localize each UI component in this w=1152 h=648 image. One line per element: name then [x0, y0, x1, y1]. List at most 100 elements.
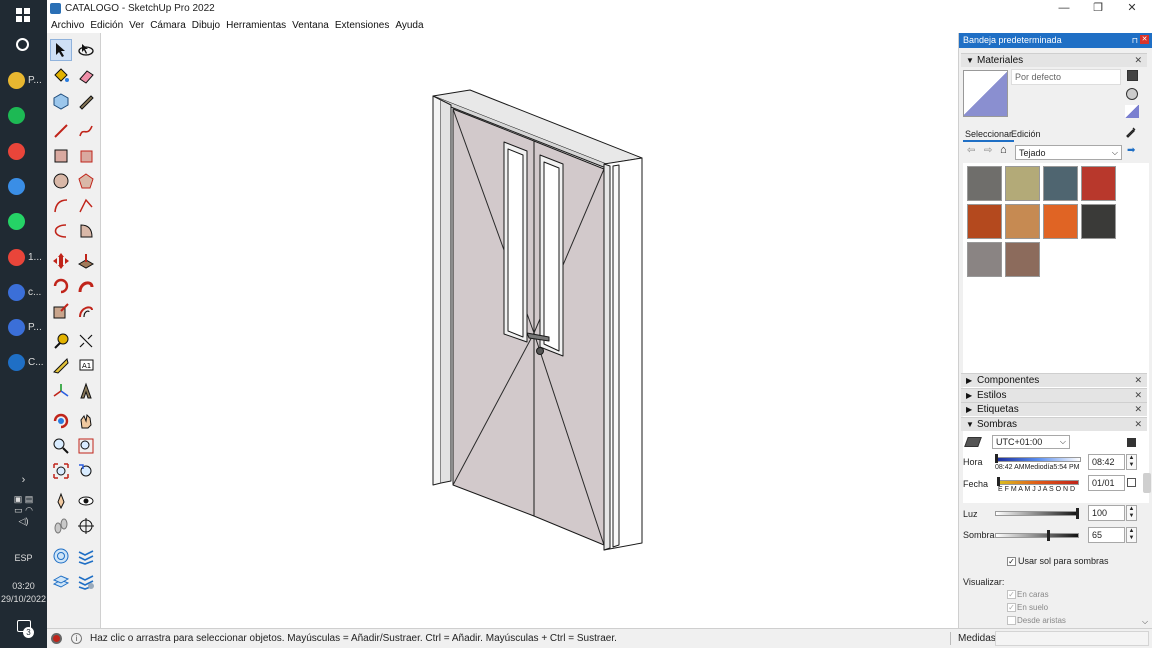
- tray-close-icon[interactable]: ✕: [1140, 35, 1149, 44]
- material-swatch[interactable]: [1005, 242, 1040, 277]
- menu-ventana[interactable]: Ventana: [292, 20, 334, 31]
- taskbar-app-button[interactable]: C...: [0, 346, 47, 378]
- minimize-button[interactable]: —: [1047, 0, 1081, 17]
- text-tool-icon[interactable]: A1: [75, 355, 97, 377]
- zoom-extents-tool-icon[interactable]: [50, 460, 72, 482]
- date-slider-thumb[interactable]: [997, 477, 1000, 486]
- calendar-icon[interactable]: [1127, 478, 1136, 487]
- two-point-arc-tool-icon[interactable]: [75, 195, 97, 217]
- scale-tool-icon[interactable]: [50, 300, 72, 322]
- search-icon[interactable]: [16, 38, 29, 51]
- menu-ver[interactable]: Ver: [129, 20, 149, 31]
- three-point-arc-tool-icon[interactable]: [50, 220, 72, 242]
- material-swatch[interactable]: [1005, 204, 1040, 239]
- move-tool-icon[interactable]: [50, 250, 72, 272]
- clock-time[interactable]: 03:20: [0, 581, 47, 591]
- restore-button[interactable]: ❐: [1081, 0, 1115, 17]
- close-button[interactable]: ✕: [1115, 0, 1149, 17]
- material-swatch[interactable]: [967, 242, 1002, 277]
- eyedropper-icon[interactable]: [1125, 126, 1137, 138]
- material-swatch[interactable]: [1043, 204, 1078, 239]
- stamp-tool-icon[interactable]: [75, 570, 97, 592]
- rotated-rectangle-tool-icon[interactable]: [75, 145, 97, 167]
- material-library-select[interactable]: Tejado ⌵: [1015, 145, 1122, 160]
- on-ground-checkbox[interactable]: ✓: [1007, 603, 1016, 612]
- time-slider-thumb[interactable]: [995, 454, 998, 463]
- shadow-settings-icon[interactable]: [1127, 438, 1136, 447]
- menu-edicion[interactable]: Edición: [90, 20, 128, 31]
- menu-herramientas[interactable]: Herramientas: [226, 20, 291, 31]
- menu-extensiones[interactable]: Extensiones: [335, 20, 394, 31]
- details-arrow-icon[interactable]: ➡: [1127, 145, 1135, 156]
- zoom-tool-icon[interactable]: [50, 435, 72, 457]
- materials-section-header[interactable]: ▼ Materiales ✕: [961, 53, 1147, 67]
- taskbar-app-button[interactable]: c...: [0, 276, 47, 308]
- tray-pin-icon[interactable]: ⊓: [1132, 33, 1138, 48]
- dimension-tool-icon[interactable]: [75, 330, 97, 352]
- material-swatch[interactable]: [1005, 166, 1040, 201]
- tray-scrollbar[interactable]: [1143, 473, 1151, 493]
- section-plane-tool-icon[interactable]: [75, 515, 97, 537]
- component-tool-icon[interactable]: [50, 90, 72, 112]
- measurements-input[interactable]: [995, 631, 1149, 646]
- follow-me-tool-icon[interactable]: [75, 275, 97, 297]
- select-tool-icon[interactable]: [50, 39, 72, 61]
- tab-edit[interactable]: Edición: [1011, 129, 1041, 139]
- menu-archivo[interactable]: Archivo: [51, 20, 89, 31]
- material-swatch[interactable]: [1081, 166, 1116, 201]
- paint-bucket-tool-icon[interactable]: [50, 65, 72, 87]
- door-model[interactable]: [101, 33, 958, 628]
- line-tool-icon[interactable]: [50, 120, 72, 142]
- back-arrow-icon[interactable]: ⇦: [967, 145, 975, 156]
- light-slider-thumb[interactable]: [1076, 508, 1079, 519]
- rectangle-tool-icon[interactable]: [50, 145, 72, 167]
- sandbox-from-scratch-icon[interactable]: [75, 545, 97, 567]
- default-material-swatch-icon[interactable]: [1125, 105, 1139, 118]
- material-swatch[interactable]: [967, 204, 1002, 239]
- smoove-tool-icon[interactable]: [50, 570, 72, 592]
- axes-tool-icon[interactable]: [50, 380, 72, 402]
- orbit-tool-icon[interactable]: [50, 410, 72, 432]
- position-camera-tool-icon[interactable]: [50, 490, 72, 512]
- scroll-down-arrow-icon[interactable]: ⌵: [1142, 617, 1148, 627]
- material-swatch[interactable]: [967, 166, 1002, 201]
- menu-dibujo[interactable]: Dibujo: [192, 20, 225, 31]
- menu-ayuda[interactable]: Ayuda: [395, 20, 428, 31]
- shadow-input[interactable]: 65: [1088, 527, 1125, 543]
- taskbar-app-button[interactable]: [0, 135, 47, 167]
- tab-select[interactable]: Seleccionar: [963, 128, 1015, 142]
- circle-tool-icon[interactable]: [50, 170, 72, 192]
- shadow-spinner[interactable]: ▲ ▼: [1126, 527, 1137, 543]
- geo-location-icon[interactable]: [51, 633, 62, 644]
- eraser-tool-icon[interactable]: [75, 65, 97, 87]
- push-pull-tool-icon[interactable]: [75, 250, 97, 272]
- freehand-tool-icon[interactable]: [75, 120, 97, 142]
- taskbar-app-button[interactable]: [0, 99, 47, 131]
- close-section-icon[interactable]: ✕: [1134, 418, 1142, 431]
- use-sun-checkbox[interactable]: ✓: [1007, 557, 1016, 566]
- orbit-select-tool-icon[interactable]: [75, 39, 97, 61]
- look-around-tool-icon[interactable]: [75, 490, 97, 512]
- modeling-viewport[interactable]: [101, 33, 958, 628]
- sandbox-from-contours-icon[interactable]: [50, 545, 72, 567]
- material-swatch[interactable]: [1043, 166, 1078, 201]
- light-slider[interactable]: [995, 508, 1079, 519]
- taskbar-app-button[interactable]: P...: [0, 64, 47, 96]
- taskbar-app-button[interactable]: [0, 205, 47, 237]
- close-section-icon[interactable]: ✕: [1134, 374, 1142, 387]
- close-section-icon[interactable]: ✕: [1134, 403, 1142, 416]
- light-spinner[interactable]: ▲ ▼: [1126, 505, 1137, 521]
- language-indicator[interactable]: ESP: [0, 553, 47, 563]
- windows-start-icon[interactable]: [16, 8, 30, 22]
- tape-measure-tool-icon[interactable]: [50, 330, 72, 352]
- tags-section-header[interactable]: ▶ Etiquetas ✕: [961, 402, 1147, 416]
- pie-tool-icon[interactable]: [75, 220, 97, 242]
- timezone-select[interactable]: UTC+01:00 ⌵: [992, 435, 1070, 449]
- from-edges-checkbox[interactable]: [1007, 616, 1016, 625]
- close-section-icon[interactable]: ✕: [1134, 54, 1142, 67]
- material-name-field[interactable]: Por defecto: [1011, 69, 1121, 85]
- offset-tool-icon[interactable]: [75, 300, 97, 322]
- credits-icon[interactable]: i: [71, 633, 82, 644]
- on-faces-checkbox[interactable]: ✓: [1007, 590, 1016, 599]
- tape-measure-pencil-icon[interactable]: [75, 90, 97, 112]
